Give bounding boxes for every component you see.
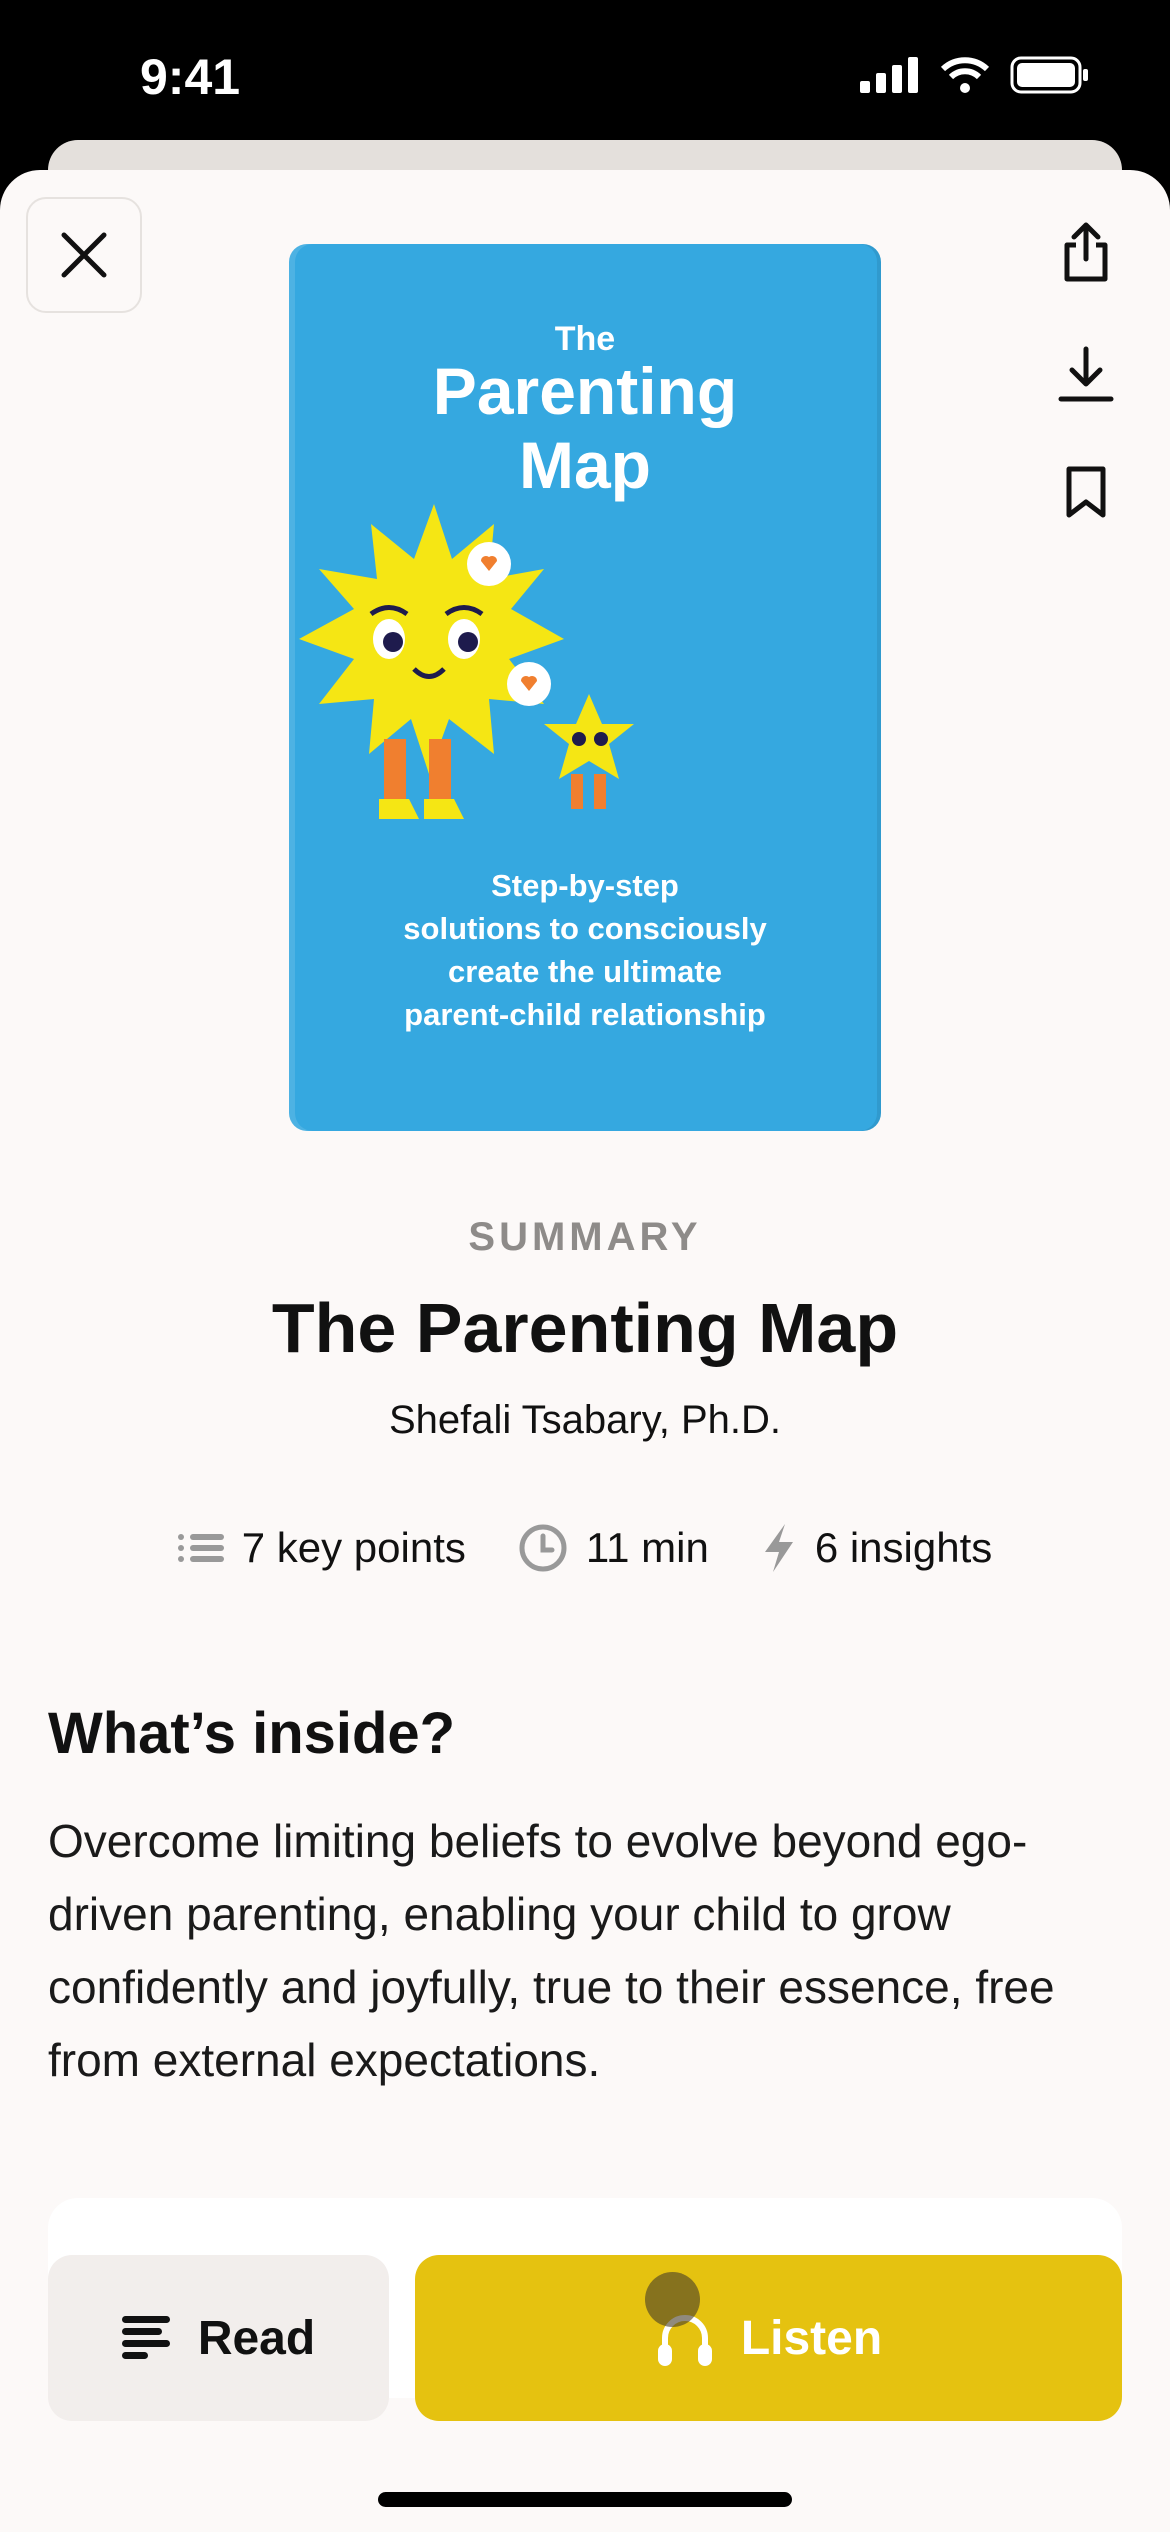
list-icon (177, 1534, 224, 1562)
stat-insights: 6 insights (761, 1522, 992, 1574)
share-button[interactable] (1056, 222, 1116, 282)
book-stats: 7 key points 11 min 6 insights (0, 1522, 1170, 1574)
bolt-icon (764, 1524, 793, 1572)
book-title: The Parenting Map (271, 1289, 899, 1367)
close-icon (61, 232, 107, 278)
share-icon (1064, 222, 1108, 282)
read-button[interactable]: Read (48, 2255, 389, 2421)
clock-icon (519, 1524, 567, 1572)
close-button[interactable] (26, 197, 142, 313)
download-icon (1058, 346, 1114, 402)
whats-inside-text: Overcome limiting beliefs to evolve beyo… (48, 1815, 1055, 2086)
signal-icon (860, 57, 918, 93)
content-type-label: SUMMARY (468, 1215, 702, 1259)
bookmark-button[interactable] (1056, 462, 1116, 522)
book-author: Shefali Tsabary, Ph.D. (388, 1398, 782, 1442)
listen-button[interactable]: Listen (415, 2255, 1122, 2421)
whats-inside-heading: What’s inside? (48, 1701, 456, 1766)
wifi-icon (940, 57, 990, 93)
battery-icon (1010, 56, 1088, 94)
stat-duration: 11 min (518, 1522, 709, 1574)
text-lines-icon (121, 2316, 170, 2359)
book-cover: The Parenting Map Step-by-step solutions t… (289, 244, 881, 1131)
home-indicator[interactable] (378, 2492, 792, 2507)
touch-indicator (645, 2272, 700, 2327)
stat-key-points: 7 key points (177, 1522, 466, 1574)
bookmark-icon (1066, 466, 1106, 518)
cover-subtitle: Step-by-step solutions to consciously crea… (403, 868, 767, 1032)
cover-illustration (299, 504, 634, 819)
status-time: 9:41 (140, 49, 241, 105)
cover-title: Parenting Map (432, 354, 738, 502)
download-button[interactable] (1056, 344, 1116, 404)
